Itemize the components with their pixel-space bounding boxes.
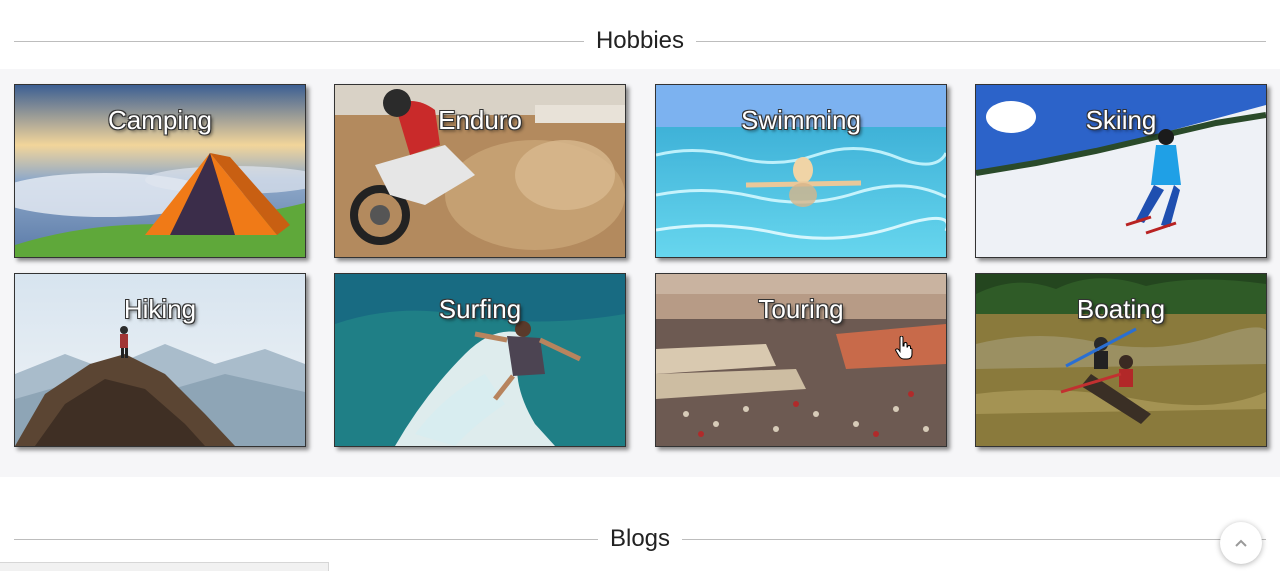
divider-line — [682, 538, 1267, 540]
hobby-label: Touring — [758, 294, 844, 324]
divider-line — [696, 40, 1266, 42]
scroll-to-top-button[interactable] — [1220, 522, 1262, 564]
hobby-label: Boating — [1076, 294, 1166, 324]
blogs-heading: Blogs — [14, 524, 1267, 554]
chevron-up-icon — [1235, 539, 1247, 547]
hand-pointer-icon — [895, 335, 913, 365]
hobby-label: Skiing — [1085, 105, 1157, 135]
hobby-card-surfing[interactable]: Surfing — [334, 273, 626, 447]
hobbies-title: Hobbies — [595, 27, 685, 54]
hobbies-heading: Hobbies — [14, 26, 1266, 56]
hobby-card-enduro[interactable]: Enduro — [334, 84, 626, 258]
hobby-card-boating[interactable]: Boating — [975, 273, 1267, 447]
hobby-card-skiing[interactable]: Skiing — [975, 84, 1267, 258]
hobby-label: Camping — [107, 105, 213, 135]
hobby-card-camping[interactable]: Camping — [14, 84, 306, 258]
divider-line — [14, 40, 584, 42]
hobby-card-hiking[interactable]: Hiking — [14, 273, 306, 447]
hobby-label: Hiking — [123, 294, 197, 324]
hobby-label: Swimming — [741, 105, 861, 135]
hobby-label: Surfing — [438, 294, 522, 324]
blogs-title: Blogs — [609, 525, 671, 552]
hobby-card-swimming[interactable]: Swimming — [655, 84, 947, 258]
divider-line — [14, 538, 598, 540]
hobby-label: Enduro — [438, 105, 522, 135]
